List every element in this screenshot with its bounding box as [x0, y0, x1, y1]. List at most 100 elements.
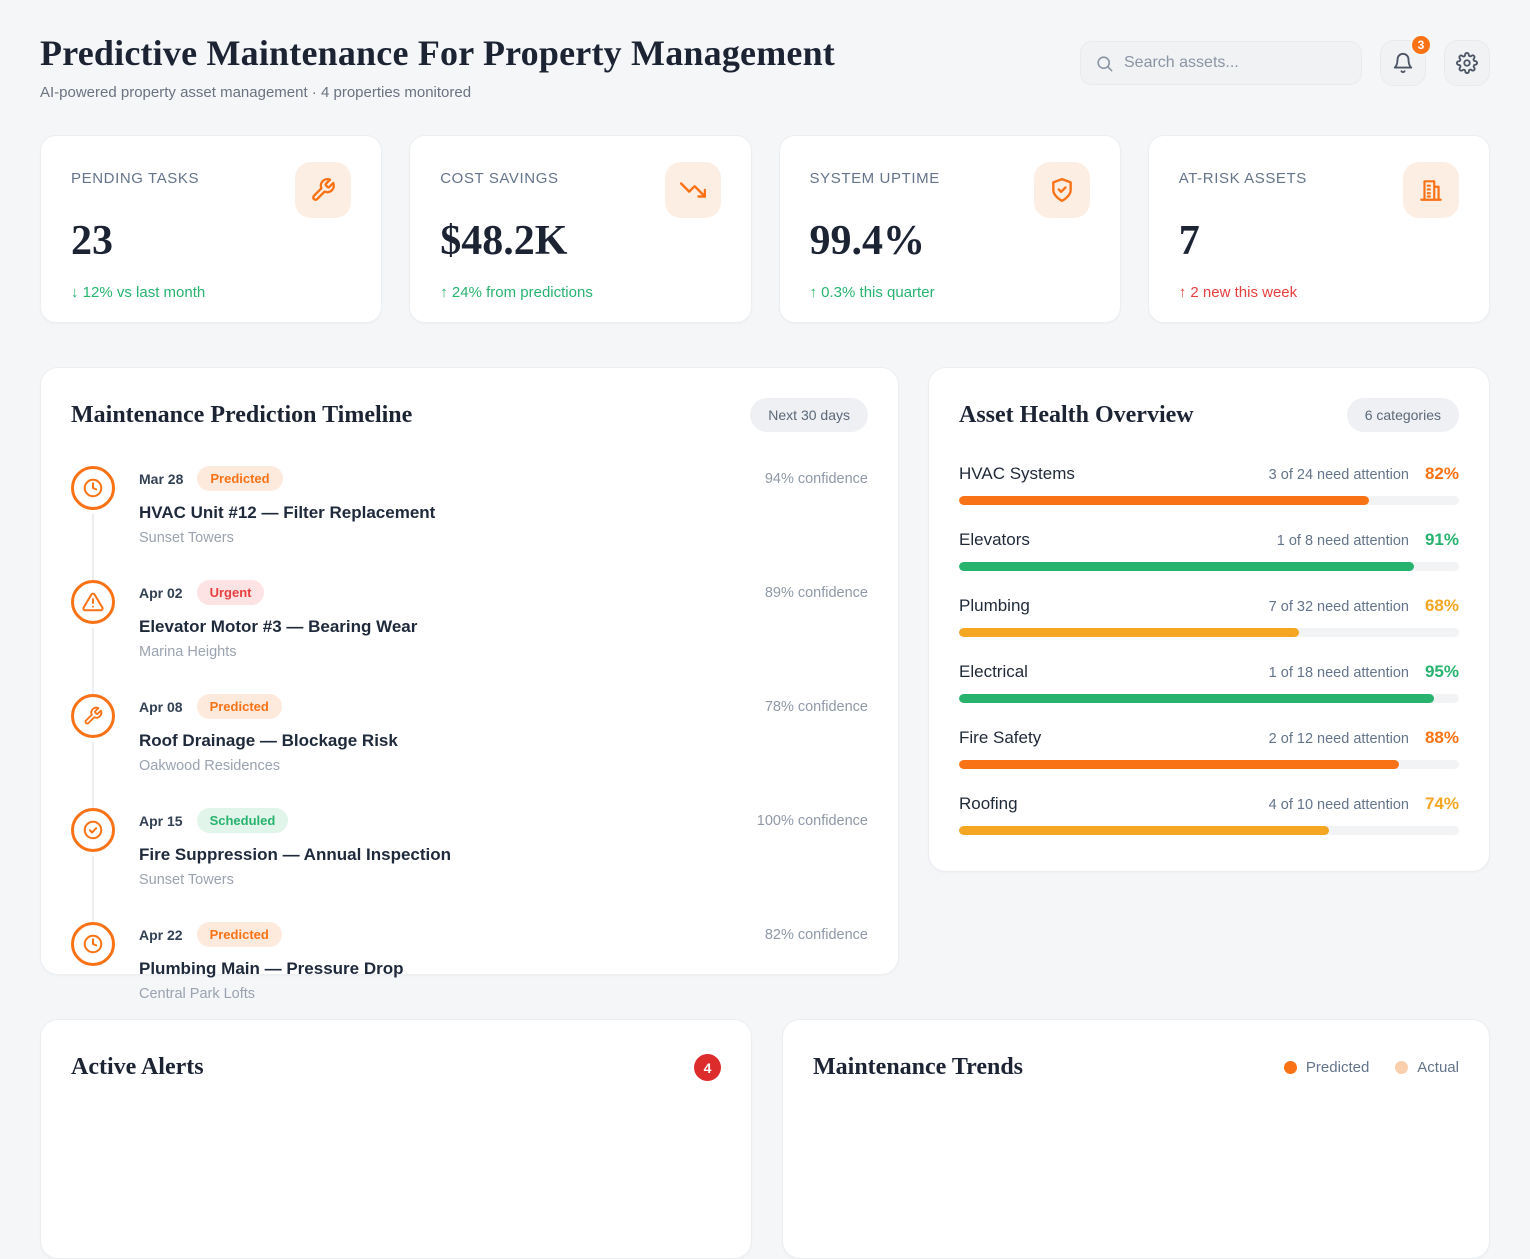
- stat-card-at-risk-assets[interactable]: AT-RISK ASSETS 7 ↑ 2 new this week: [1148, 135, 1490, 323]
- progress-track: [959, 496, 1459, 505]
- wrench-icon: [295, 162, 351, 218]
- gear-icon: [1456, 52, 1478, 74]
- progress-fill: [959, 826, 1329, 835]
- stat-label: PENDING TASKS: [71, 162, 199, 187]
- confidence-label: 100% confidence: [757, 813, 868, 829]
- legend-label: Predicted: [1306, 1059, 1369, 1076]
- health-row-electrical: Electrical 1 of 18 need attention 95%: [959, 662, 1459, 703]
- health-percent: 68%: [1425, 596, 1459, 616]
- status-badge: Predicted: [197, 694, 282, 719]
- health-percent: 95%: [1425, 662, 1459, 682]
- stat-label: COST SAVINGS: [440, 162, 558, 187]
- stat-delta: ↑ 2 new this week: [1179, 284, 1459, 301]
- timeline-title: Maintenance Prediction Timeline: [71, 402, 412, 429]
- timeline-list: Mar 28 Predicted 94% confidence HVAC Uni…: [71, 466, 868, 1036]
- health-list: HVAC Systems 3 of 24 need attention 82% …: [959, 464, 1459, 835]
- legend-item-predicted: Predicted: [1284, 1059, 1369, 1076]
- stat-value: 99.4%: [810, 220, 1090, 262]
- progress-track: [959, 694, 1459, 703]
- timeline-item-title: HVAC Unit #12 — Filter Replacement: [139, 503, 868, 523]
- header-controls: 3: [1080, 40, 1490, 86]
- timeline-item-title: Roof Drainage — Blockage Risk: [139, 731, 868, 751]
- health-label: Elevators: [959, 530, 1030, 550]
- confidence-label: 89% confidence: [765, 585, 868, 601]
- chart-legend: Predicted Actual: [1284, 1059, 1459, 1076]
- maintenance-trends-title: Maintenance Trends: [813, 1054, 1023, 1081]
- health-detail: 7 of 32 need attention: [1269, 599, 1409, 615]
- timeline-item-property: Marina Heights: [139, 644, 868, 660]
- categories-chip: 6 categories: [1347, 398, 1459, 432]
- check-circle-icon: [71, 808, 115, 852]
- health-label: HVAC Systems: [959, 464, 1075, 484]
- timeline-item-property: Oakwood Residences: [139, 758, 868, 774]
- asset-health-card: Asset Health Overview 6 categories HVAC …: [928, 367, 1490, 872]
- bottom-row: Active Alerts 4 Maintenance Trends Predi…: [40, 1019, 1490, 1259]
- health-percent: 88%: [1425, 728, 1459, 748]
- timeline-date: Apr 02: [139, 585, 183, 601]
- progress-track: [959, 628, 1459, 637]
- timeline-date: Apr 15: [139, 813, 183, 829]
- status-badge: Predicted: [197, 466, 282, 491]
- progress-fill: [959, 496, 1369, 505]
- legend-label: Actual: [1417, 1059, 1459, 1076]
- page-header: Predictive Maintenance For Property Mana…: [40, 32, 1490, 101]
- health-row-roofing: Roofing 4 of 10 need attention 74%: [959, 794, 1459, 835]
- search-input[interactable]: [1124, 54, 1347, 72]
- health-label: Fire Safety: [959, 728, 1041, 748]
- search-icon: [1095, 54, 1114, 73]
- timeline-item[interactable]: Apr 02 Urgent 89% confidence Elevator Mo…: [71, 580, 868, 694]
- clock-icon: [71, 466, 115, 510]
- timeline-item[interactable]: Apr 15 Scheduled 100% confidence Fire Su…: [71, 808, 868, 922]
- health-detail: 1 of 18 need attention: [1269, 665, 1409, 681]
- timeline-item-title: Plumbing Main — Pressure Drop: [139, 959, 868, 979]
- stat-delta: ↑ 24% from predictions: [440, 284, 720, 301]
- legend-dot-predicted: [1284, 1061, 1297, 1074]
- wrench-icon: [71, 694, 115, 738]
- active-alerts-card: Active Alerts 4: [40, 1019, 752, 1259]
- health-detail: 4 of 10 need attention: [1269, 797, 1409, 813]
- timeline-item-title: Fire Suppression — Annual Inspection: [139, 845, 868, 865]
- progress-fill: [959, 694, 1434, 703]
- trending-down-icon: [665, 162, 721, 218]
- asset-health-title: Asset Health Overview: [959, 402, 1194, 429]
- progress-fill: [959, 628, 1299, 637]
- timeline-range-chip[interactable]: Next 30 days: [750, 398, 868, 432]
- health-percent: 74%: [1425, 794, 1459, 814]
- stat-label: SYSTEM UPTIME: [810, 162, 940, 187]
- stat-card-pending-tasks[interactable]: PENDING TASKS 23 ↓ 12% vs last month: [40, 135, 382, 323]
- timeline-item-property: Sunset Towers: [139, 872, 868, 888]
- timeline-date: Apr 08: [139, 699, 183, 715]
- status-badge: Scheduled: [197, 808, 289, 833]
- active-alerts-title: Active Alerts: [71, 1054, 204, 1081]
- health-label: Electrical: [959, 662, 1028, 682]
- maintenance-trends-card: Maintenance Trends Predicted Actual: [782, 1019, 1490, 1259]
- progress-track: [959, 760, 1459, 769]
- stat-value: $48.2K: [440, 220, 720, 262]
- alert-count-badge: 4: [694, 1054, 721, 1081]
- shield-check-icon: [1034, 162, 1090, 218]
- health-detail: 1 of 8 need attention: [1277, 533, 1409, 549]
- stat-card-system-uptime[interactable]: SYSTEM UPTIME 99.4% ↑ 0.3% this quarter: [779, 135, 1121, 323]
- legend-dot-actual: [1395, 1061, 1408, 1074]
- timeline-item-title: Elevator Motor #3 — Bearing Wear: [139, 617, 868, 637]
- stat-card-cost-savings[interactable]: COST SAVINGS $48.2K ↑ 24% from predictio…: [409, 135, 751, 323]
- timeline-item[interactable]: Apr 08 Predicted 78% confidence Roof Dra…: [71, 694, 868, 808]
- health-label: Plumbing: [959, 596, 1030, 616]
- notification-badge: 3: [1410, 34, 1432, 56]
- timeline-item-property: Sunset Towers: [139, 530, 868, 546]
- health-row-elevators: Elevators 1 of 8 need attention 91%: [959, 530, 1459, 571]
- building-icon: [1403, 162, 1459, 218]
- timeline-item-property: Central Park Lofts: [139, 986, 868, 1002]
- settings-button[interactable]: [1444, 40, 1490, 86]
- search-box[interactable]: [1080, 41, 1362, 85]
- status-badge: Predicted: [197, 922, 282, 947]
- timeline-item[interactable]: Apr 22 Predicted 82% confidence Plumbing…: [71, 922, 868, 1036]
- timeline-item[interactable]: Mar 28 Predicted 94% confidence HVAC Uni…: [71, 466, 868, 580]
- main-row: Maintenance Prediction Timeline Next 30 …: [40, 367, 1490, 975]
- health-row-fire-safety: Fire Safety 2 of 12 need attention 88%: [959, 728, 1459, 769]
- progress-track: [959, 562, 1459, 571]
- page-subtitle: AI-powered property asset management · 4…: [40, 84, 835, 101]
- timeline-date: Mar 28: [139, 471, 183, 487]
- bell-icon: [1392, 52, 1414, 74]
- notifications-button[interactable]: 3: [1380, 40, 1426, 86]
